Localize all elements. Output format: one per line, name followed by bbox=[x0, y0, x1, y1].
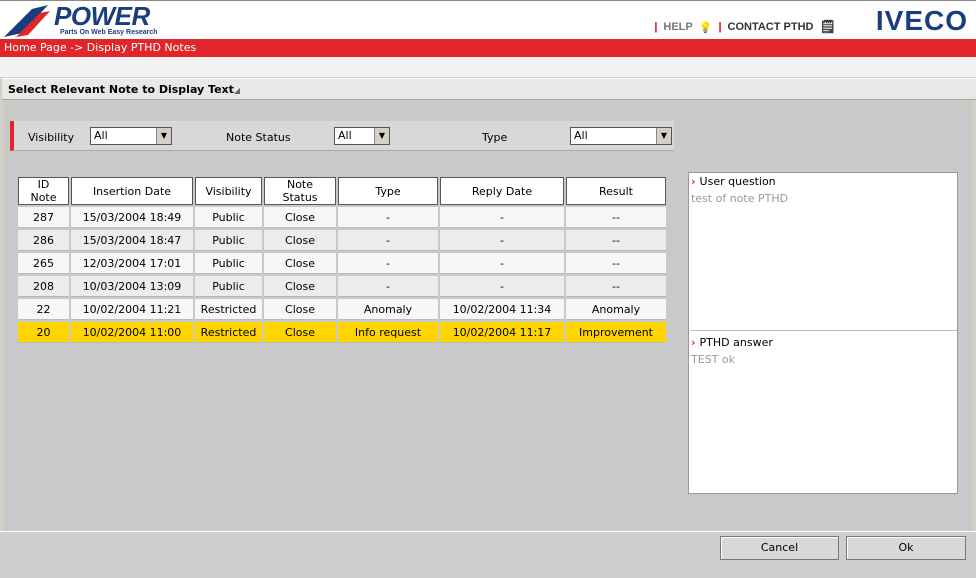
table-cell: 12/03/2004 17:01 bbox=[71, 253, 193, 274]
filter-bar: Visibility All ▼ Note Status All ▼ Type … bbox=[10, 121, 674, 151]
visibility-label: Visibility bbox=[28, 131, 75, 144]
help-link[interactable]: HELP bbox=[663, 21, 692, 33]
table-cell: - bbox=[440, 276, 564, 297]
notes-table: ID Note Insertion Date Visibility Note S… bbox=[16, 175, 668, 345]
dropdown-arrow-icon[interactable]: ▼ bbox=[374, 128, 389, 144]
table-cell: - bbox=[338, 207, 438, 228]
table-cell: Public bbox=[195, 207, 262, 228]
dropdown-arrow-icon[interactable]: ▼ bbox=[156, 128, 171, 144]
table-cell: - bbox=[440, 253, 564, 274]
table-cell: Close bbox=[264, 253, 336, 274]
breadcrumb: Home Page -> Display PTHD Notes bbox=[0, 39, 976, 57]
column-header[interactable]: Note Status bbox=[264, 177, 336, 205]
table-row[interactable]: 208 10/03/2004 13:09 Public Close - - -- bbox=[18, 276, 666, 297]
type-select[interactable]: All ▼ bbox=[570, 127, 672, 145]
table-row[interactable]: 20 10/02/2004 11:00 Restricted Close Info re… bbox=[18, 322, 666, 343]
table-cell: Restricted bbox=[195, 299, 262, 320]
table-cell: 15/03/2004 18:49 bbox=[71, 207, 193, 228]
pthd-answer-header: › PTHD answer bbox=[691, 336, 773, 349]
table-cell: - bbox=[338, 230, 438, 251]
table-row[interactable]: 287 15/03/2004 18:49 Public Close - - -- bbox=[18, 207, 666, 228]
column-header[interactable]: Reply Date bbox=[440, 177, 564, 205]
column-header[interactable]: Result bbox=[566, 177, 666, 205]
table-cell: - bbox=[440, 207, 564, 228]
table-cell: 20 bbox=[18, 322, 69, 343]
note-status-label: Note Status bbox=[226, 131, 291, 144]
table-cell: Improvement bbox=[566, 322, 666, 343]
visibility-select[interactable]: All ▼ bbox=[90, 127, 172, 145]
lightbulb-icon: 💡 bbox=[698, 21, 713, 34]
table-cell: 10/02/2004 11:17 bbox=[440, 322, 564, 343]
corner-triangle-icon: ◢ bbox=[233, 86, 241, 95]
table-row[interactable]: 22 10/02/2004 11:21 Restricted Close Anomaly… bbox=[18, 299, 666, 320]
table-cell: Public bbox=[195, 230, 262, 251]
table-cell: 265 bbox=[18, 253, 69, 274]
cancel-button[interactable]: Cancel bbox=[720, 536, 839, 560]
table-cell: 208 bbox=[18, 276, 69, 297]
table-cell: -- bbox=[566, 276, 666, 297]
table-cell: Public bbox=[195, 253, 262, 274]
column-header[interactable]: Insertion Date bbox=[71, 177, 193, 205]
table-cell: 15/03/2004 18:47 bbox=[71, 230, 193, 251]
table-row[interactable]: 265 12/03/2004 17:01 Public Close - - -- bbox=[18, 253, 666, 274]
table-row[interactable]: 286 15/03/2004 18:47 Public Close - - -- bbox=[18, 230, 666, 251]
top-header: POWER Parts On Web Easy Research | HELP … bbox=[0, 0, 976, 39]
table-cell: -- bbox=[566, 207, 666, 228]
chevron-right-icon: › bbox=[691, 175, 696, 188]
table-cell: Restricted bbox=[195, 322, 262, 343]
chevron-right-icon: › bbox=[691, 336, 696, 349]
table-cell: 10/02/2004 11:34 bbox=[440, 299, 564, 320]
top-links: | HELP 💡 | CONTACT PTHD 🗒 bbox=[654, 19, 836, 35]
table-cell: 10/02/2004 11:00 bbox=[71, 322, 193, 343]
logo-tagline: Parts On Web Easy Research bbox=[60, 29, 158, 36]
user-question-header: › User question bbox=[691, 175, 776, 188]
pthd-answer-text: TEST ok bbox=[691, 353, 735, 366]
table-cell: Close bbox=[264, 207, 336, 228]
table-cell: 287 bbox=[18, 207, 69, 228]
table-cell: Public bbox=[195, 276, 262, 297]
table-cell: Close bbox=[264, 276, 336, 297]
table-cell: Anomaly bbox=[338, 299, 438, 320]
table-cell: - bbox=[440, 230, 564, 251]
logo-swoosh-icon bbox=[4, 5, 50, 37]
table-cell: 10/02/2004 11:21 bbox=[71, 299, 193, 320]
table-cell: 22 bbox=[18, 299, 69, 320]
table-header-row: ID Note Insertion Date Visibility Note S… bbox=[18, 177, 666, 205]
table-cell: 286 bbox=[18, 230, 69, 251]
column-header[interactable]: Type bbox=[338, 177, 438, 205]
table-cell: Close bbox=[264, 322, 336, 343]
iveco-logo: IVECO bbox=[875, 5, 968, 36]
type-label: Type bbox=[482, 131, 508, 144]
ok-button[interactable]: Ok bbox=[846, 536, 966, 560]
table-cell: -- bbox=[566, 253, 666, 274]
contact-pthd-link[interactable]: CONTACT PTHD bbox=[728, 21, 814, 33]
column-header[interactable]: Visibility bbox=[195, 177, 262, 205]
dropdown-arrow-icon[interactable]: ▼ bbox=[656, 128, 671, 144]
spacer bbox=[0, 57, 976, 77]
notepad-icon[interactable]: 🗒 bbox=[819, 19, 836, 35]
table-cell: Close bbox=[264, 299, 336, 320]
user-question-text: test of note PTHD bbox=[691, 192, 789, 205]
note-status-select[interactable]: All ▼ bbox=[334, 127, 390, 145]
table-cell: - bbox=[338, 253, 438, 274]
table-cell: Close bbox=[264, 230, 336, 251]
column-header[interactable]: ID Note bbox=[18, 177, 69, 205]
logo-title: POWER bbox=[54, 1, 150, 31]
section-title: Select Relevant Note to Display Text◢ bbox=[2, 78, 976, 100]
power-logo[interactable]: POWER Parts On Web Easy Research bbox=[2, 1, 170, 39]
table-cell: 10/03/2004 13:09 bbox=[71, 276, 193, 297]
table-cell: Info request bbox=[338, 322, 438, 343]
table-cell: - bbox=[338, 276, 438, 297]
divider bbox=[691, 330, 957, 331]
table-cell: Anomaly bbox=[566, 299, 666, 320]
table-cell: -- bbox=[566, 230, 666, 251]
note-details-panel: › User question test of note PTHD › PTHD a… bbox=[688, 172, 958, 494]
